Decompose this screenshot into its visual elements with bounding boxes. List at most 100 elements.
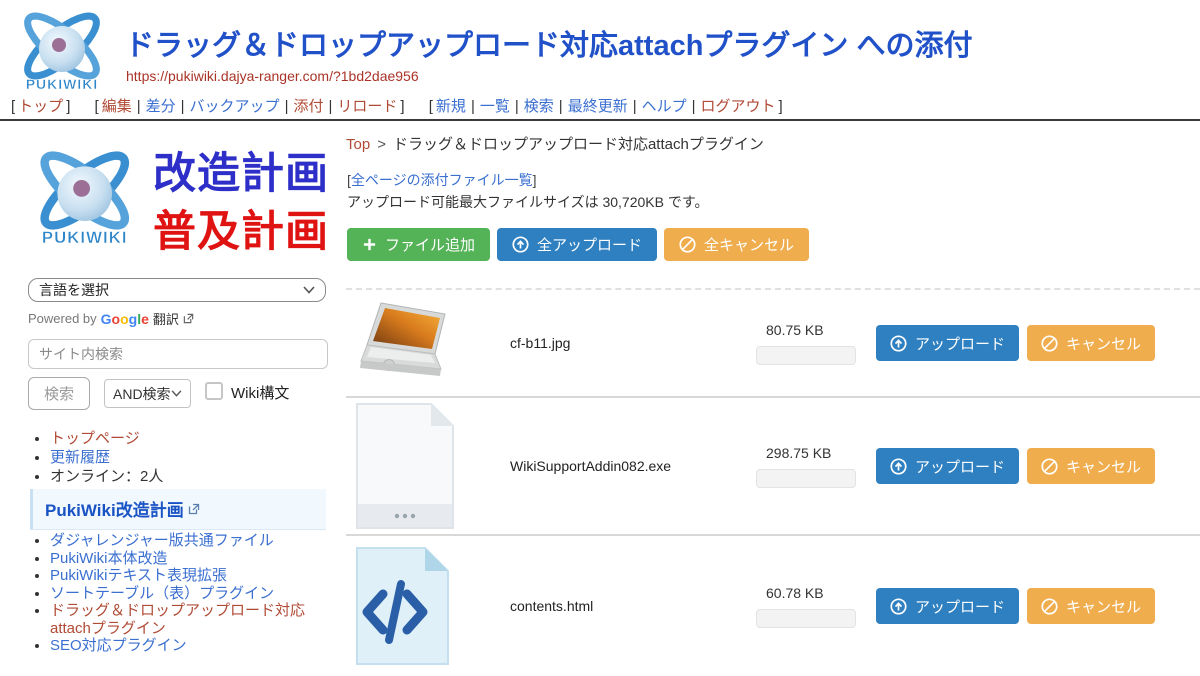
section-title-text: PukiWiki改造計画 (45, 496, 184, 521)
upload-button[interactable]: アップロード (876, 325, 1019, 361)
upload-button[interactable]: アップロード (876, 588, 1019, 624)
separator: | (633, 98, 637, 115)
top-navigation: [トップ] [編集|差分|バックアップ|添付|リロード] [新規|一覧|検索|最… (8, 95, 800, 116)
pukiwiki-logo[interactable]: PUKIWIKI (12, 6, 112, 101)
file-drop-area[interactable]: cf-b11.jpg 80.75 KB アップロード キャンセル (346, 288, 1200, 676)
list-item: SEO対応プラグイン (50, 637, 328, 655)
nav-item-diff[interactable]: 差分 (146, 98, 176, 115)
sidebar-banner[interactable]: PUKIWIKI 改造計画 普及計画 (25, 138, 325, 265)
upload-all-label: 全アップロード (537, 234, 642, 255)
ban-circle-icon (1041, 598, 1058, 615)
sidebar-item-sort-table[interactable]: ソートテーブル（表）プラグイン (50, 585, 274, 602)
svg-text:PUKIWIKI: PUKIWIKI (42, 228, 128, 247)
sidebar-item-common-files[interactable]: ダジャレンジャー版共通ファイル (50, 532, 274, 549)
list-item: オンライン：2人 (50, 467, 163, 486)
upload-progress-bar (756, 346, 856, 365)
sidebar-quick-links: トップページ 更新履歴 オンライン：2人 (30, 429, 163, 486)
upload-circle-icon (890, 458, 907, 475)
file-size: 80.75 KB (756, 322, 866, 338)
bracket: ] (779, 98, 783, 115)
sidebar-item-seo-plugin[interactable]: SEO対応プラグイン (50, 637, 187, 654)
list-item: 更新履歴 (50, 448, 163, 467)
list-item: トップページ (50, 429, 163, 448)
cancel-label: キャンセル (1066, 596, 1141, 617)
nav-item-help[interactable]: ヘルプ (642, 98, 687, 115)
cancel-label: キャンセル (1066, 456, 1141, 477)
upload-label: アップロード (915, 333, 1005, 354)
atom-logo-icon: PUKIWIKI (12, 6, 112, 96)
nav-item-new[interactable]: 新規 (436, 98, 466, 115)
nav-item-top[interactable]: トップ (18, 98, 63, 115)
breadcrumb-home-link[interactable]: Top (346, 136, 370, 153)
external-link-icon (188, 503, 200, 515)
wiki-syntax-label: Wiki構文 (231, 382, 289, 403)
all-pages-attach-list-link[interactable]: 全ページの添付ファイル一覧 (351, 172, 533, 188)
nav-item-recent[interactable]: 最終更新 (568, 98, 628, 115)
ban-circle-icon (1041, 335, 1058, 352)
nav-item-edit[interactable]: 編集 (102, 98, 132, 115)
separator: | (328, 98, 332, 115)
language-select[interactable]: 言語を選択 (28, 278, 326, 302)
nav-item-search[interactable]: 検索 (524, 98, 554, 115)
upload-progress-bar (756, 609, 856, 628)
file-size: 60.78 KB (756, 585, 866, 601)
ban-circle-icon (1041, 458, 1058, 475)
external-link-icon (183, 313, 194, 324)
plus-icon (362, 237, 377, 252)
file-thumbnail-cell (355, 402, 501, 530)
breadcrumb: Top>ドラッグ＆ドロップアップロード対応attachプラグイン (346, 133, 764, 154)
nav-item-attach[interactable]: 添付 (293, 98, 323, 115)
page-title: ドラッグ＆ドロップアップロード対応attachプラグイン への添付 (125, 22, 972, 64)
site-search-input[interactable] (28, 339, 328, 369)
file-meta-cell: 80.75 KB (756, 322, 866, 365)
pukiwiki-kaizou-link[interactable]: PukiWiki改造計画 (45, 496, 200, 521)
cancel-all-button[interactable]: 全キャンセル (664, 228, 809, 261)
online-users-count: オンライン：2人 (50, 468, 163, 485)
separator: | (285, 98, 289, 115)
search-button[interactable]: 検索 (28, 377, 90, 410)
bracket: ] (533, 172, 537, 188)
sidebar-plugin-links: ダジャレンジャー版共通ファイル PukiWiki本体改造 PukiWikiテキス… (30, 532, 328, 655)
wiki-syntax-checkbox[interactable] (205, 382, 223, 400)
bracket: ] (66, 98, 70, 115)
bracket: ] (400, 98, 404, 115)
sidebar-item-dnd-attach[interactable]: ドラッグ＆ドロップアップロード対応attachプラグイン (50, 602, 305, 637)
file-name: contents.html (501, 598, 756, 614)
google-wordmark: Google (101, 311, 149, 327)
nav-item-logout[interactable]: ログアウト (701, 98, 776, 115)
nav-item-backup[interactable]: バックアップ (190, 98, 280, 115)
max-upload-size-text: アップロード可能最大ファイルサイズは 30,720KB です。 (347, 192, 708, 212)
and-search-select[interactable]: AND検索 (104, 379, 191, 408)
bracket: [ (95, 98, 99, 115)
add-files-button[interactable]: ファイル追加 (347, 228, 490, 261)
sidebar-item-update-history[interactable]: 更新履歴 (50, 449, 110, 466)
file-thumbnail-cell (355, 546, 501, 666)
file-row: cf-b11.jpg 80.75 KB アップロード キャンセル (346, 290, 1200, 398)
nav-item-list[interactable]: 一覧 (480, 98, 510, 115)
translate-label[interactable]: 翻訳 (153, 309, 179, 328)
row-actions: アップロード キャンセル (876, 448, 1155, 484)
sidebar: PUKIWIKI 改造計画 普及計画 言語を選択 Powered by Goog… (0, 121, 338, 630)
upload-label: アップロード (915, 596, 1005, 617)
nav-item-reload[interactable]: リロード (337, 98, 397, 115)
sidebar-item-top-page[interactable]: トップページ (50, 430, 140, 447)
upload-button[interactable]: アップロード (876, 448, 1019, 484)
pukiwiki-kaizou-section: PukiWiki改造計画 (30, 489, 326, 530)
list-item: ダジャレンジャー版共通ファイル (50, 532, 328, 550)
breadcrumb-current: ドラッグ＆ドロップアップロード対応attachプラグイン (393, 136, 764, 153)
upload-all-button[interactable]: 全アップロード (497, 228, 657, 261)
nav-group-top: [トップ] (8, 98, 73, 115)
upload-circle-icon (890, 598, 907, 615)
separator: | (137, 98, 141, 115)
sidebar-item-text-ext[interactable]: PukiWikiテキスト表現拡張 (50, 567, 227, 584)
file-name: WikiSupportAddin082.exe (501, 458, 756, 474)
page-url[interactable]: https://pukiwiki.dajya-ranger.com/?1bd2d… (126, 68, 419, 84)
cancel-button[interactable]: キャンセル (1027, 588, 1155, 624)
ban-circle-icon (679, 236, 696, 253)
list-item: PukiWikiテキスト表現拡張 (50, 567, 328, 585)
cancel-button[interactable]: キャンセル (1027, 325, 1155, 361)
row-actions: アップロード キャンセル (876, 325, 1155, 361)
sidebar-item-core-mod[interactable]: PukiWiki本体改造 (50, 550, 168, 567)
cancel-button[interactable]: キャンセル (1027, 448, 1155, 484)
and-search-value: AND検索 (113, 384, 171, 404)
